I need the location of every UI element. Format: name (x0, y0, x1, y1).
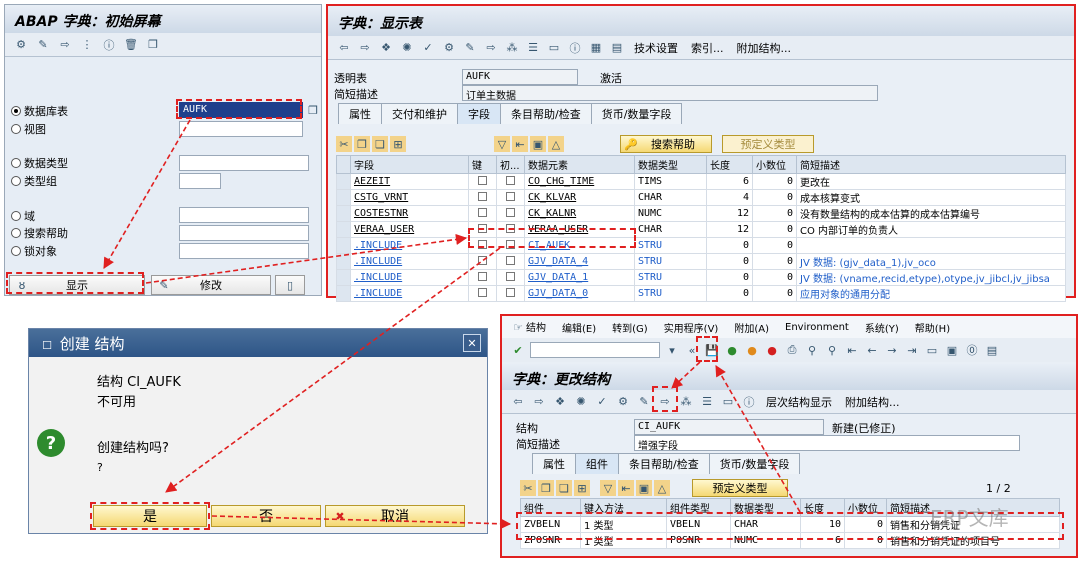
arrow-display-to-table (145, 233, 468, 284)
arrow-ci-aufk-to-dialog (165, 247, 501, 493)
connector-arrows (103, 119, 801, 530)
arrow-yes-to-structure (211, 515, 512, 530)
arrow-aufk-to-display (103, 119, 191, 269)
arrow-save-to-pencil (671, 361, 701, 389)
arrow-rows-to-save (715, 365, 801, 513)
